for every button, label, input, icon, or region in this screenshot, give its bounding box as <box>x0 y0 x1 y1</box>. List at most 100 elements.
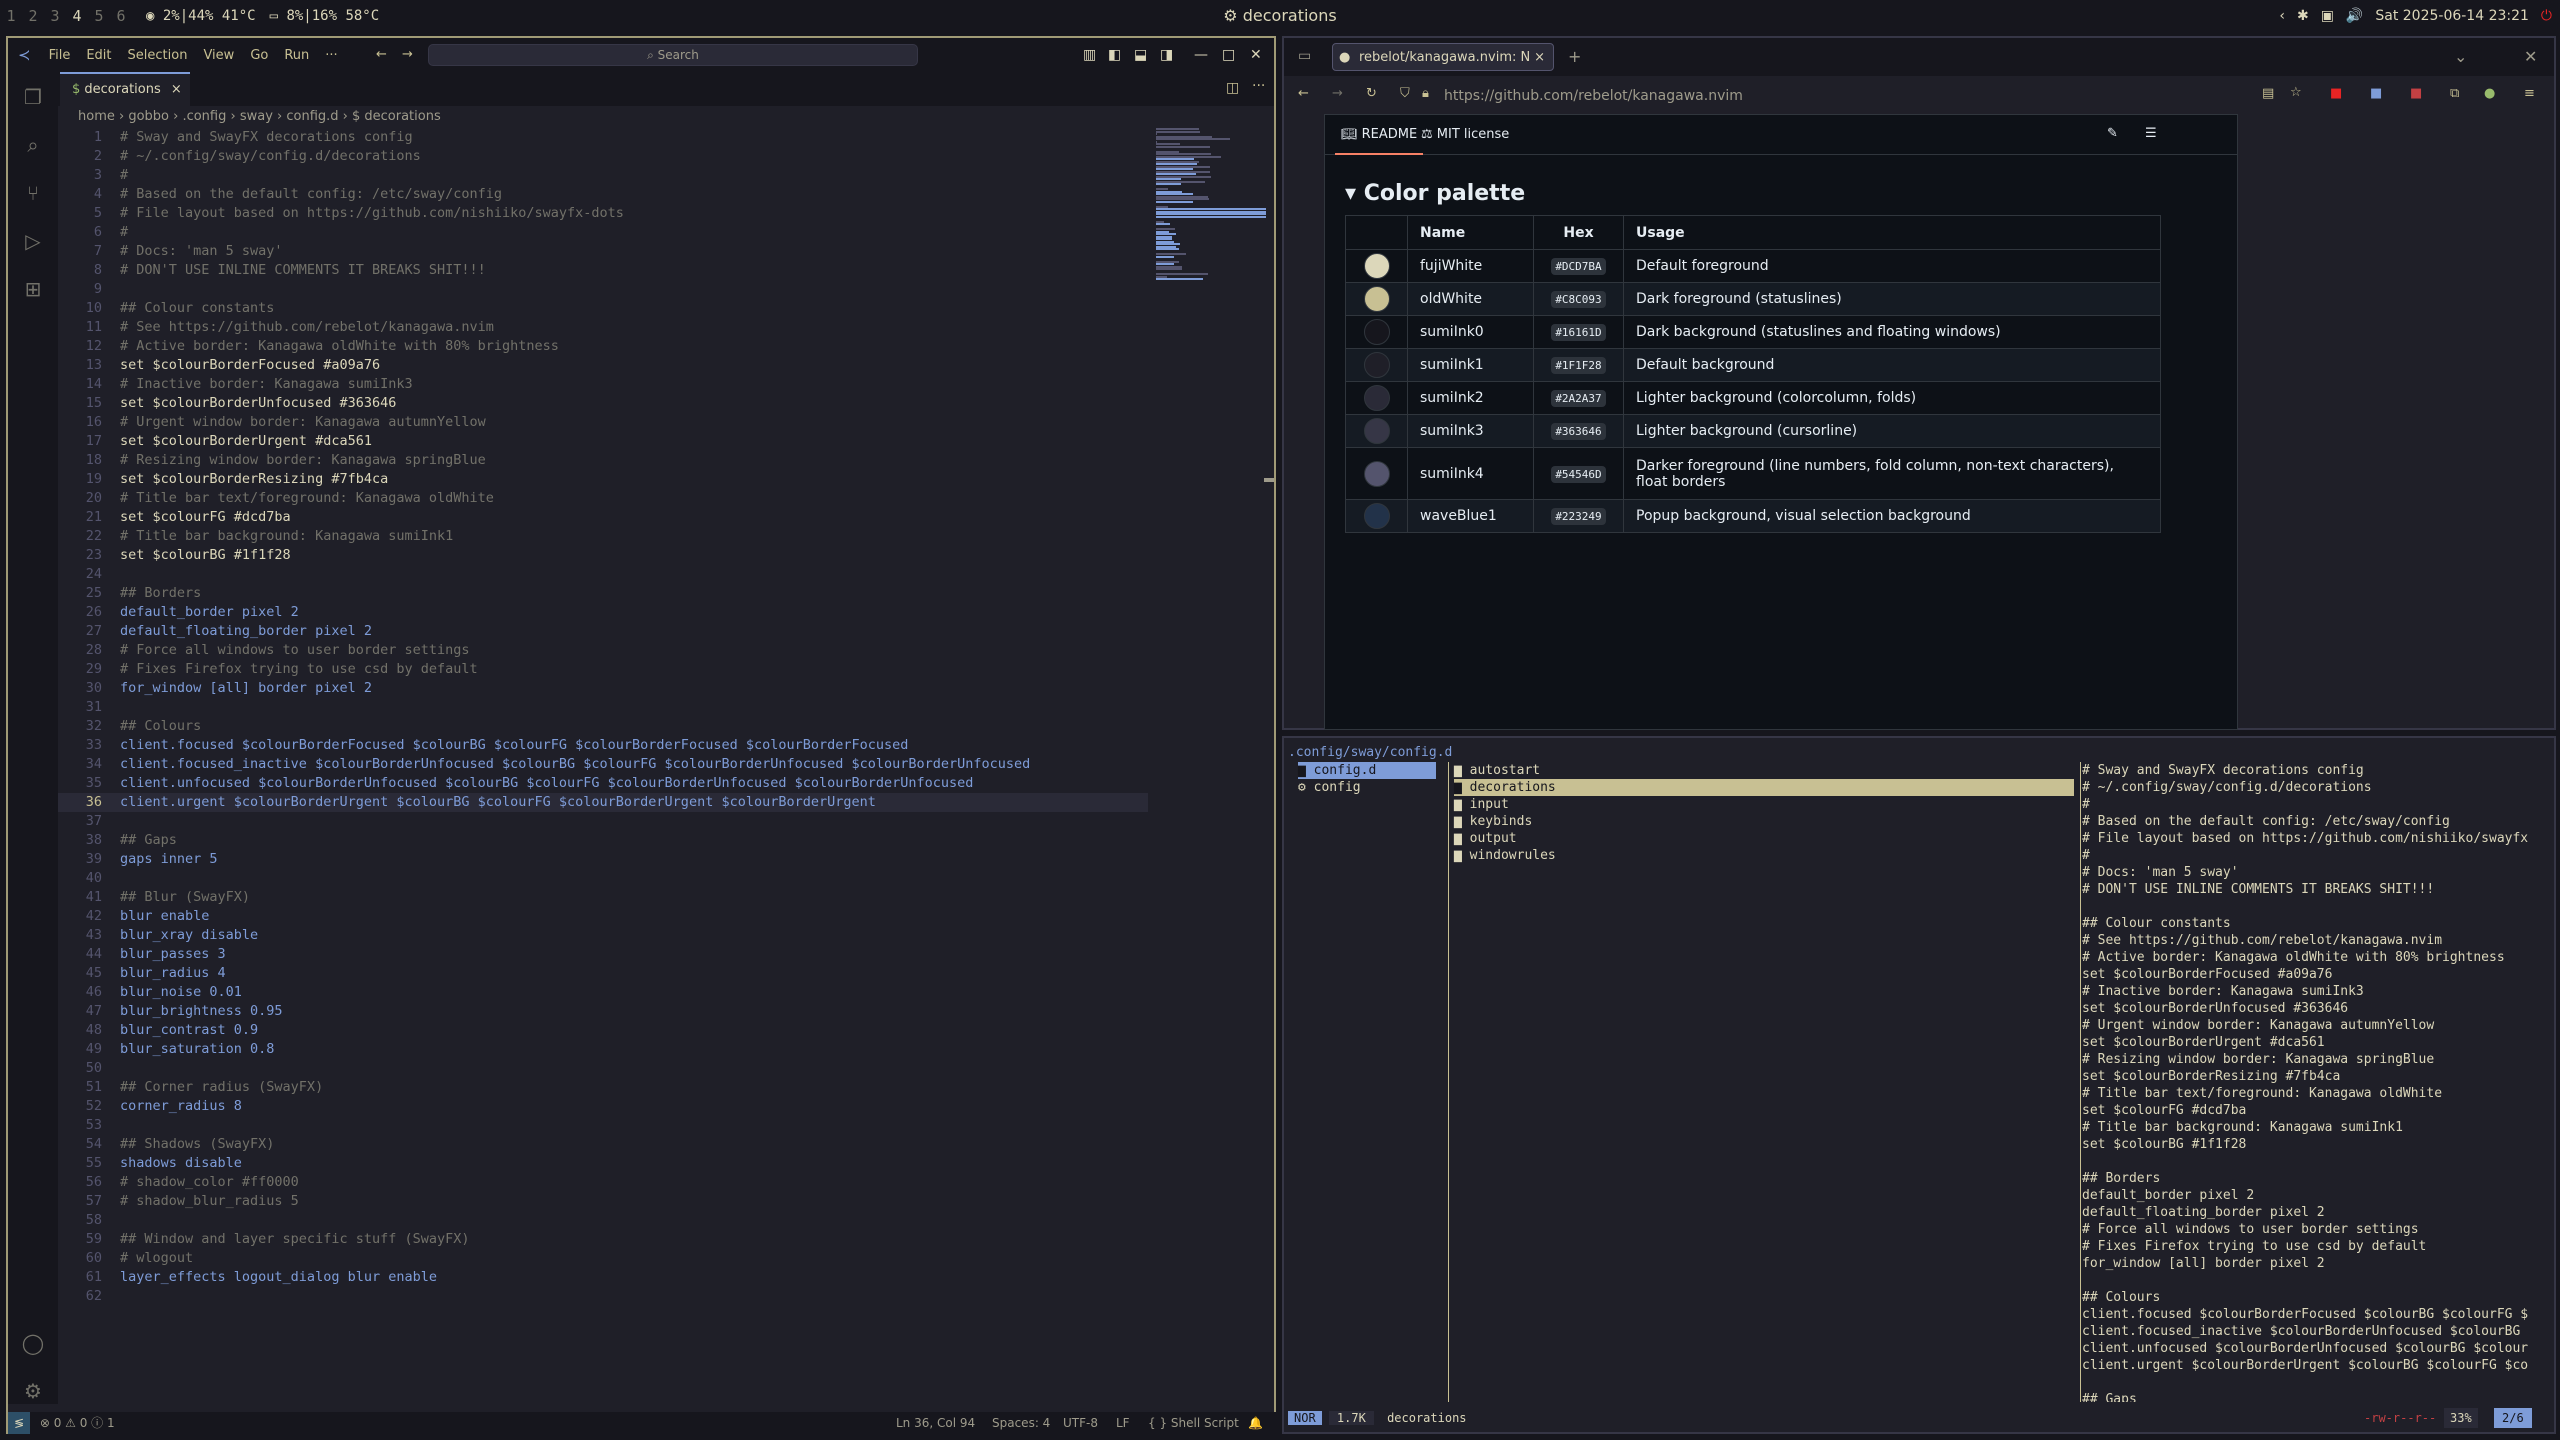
minimap[interactable] <box>1156 128 1274 288</box>
code-line[interactable]: 19 set $colourBorderResizing #7fb4ca <box>58 470 1148 489</box>
split-editor-icon[interactable]: ◫ <box>1226 80 1239 96</box>
extension-red-icon[interactable]: ■ <box>2330 86 2342 101</box>
code-line[interactable]: 40 <box>58 869 1148 888</box>
secondary-sidebar-icon[interactable]: ◨ <box>1160 38 1173 72</box>
code-line[interactable]: 53 <box>58 1116 1148 1135</box>
code-line[interactable]: 31 <box>58 698 1148 717</box>
code-line[interactable]: 42 blur enable <box>58 907 1148 926</box>
explorer-icon[interactable]: ❐ <box>20 84 46 110</box>
file-entry[interactable]: ▆ keybinds <box>1454 813 2074 830</box>
extensions-icon[interactable]: ⊞ <box>20 276 46 302</box>
forward-arrow-icon[interactable]: → <box>402 47 413 62</box>
code-line[interactable]: 35 client.unfocused $colourBorderUnfocuse… <box>58 774 1148 793</box>
url-bar[interactable]: https://github.com/rebelot/kanagawa.nvim <box>1444 84 2144 108</box>
forward-icon[interactable]: → <box>1332 86 1343 101</box>
code-line[interactable]: 43 blur_xray disable <box>58 926 1148 945</box>
code-line[interactable]: 3 # <box>58 166 1148 185</box>
sidebar-toggle-icon[interactable]: ◧ <box>1108 38 1121 72</box>
code-line[interactable]: 9 <box>58 280 1148 299</box>
browser-tab-github[interactable]: ● rebelot/kanagawa.nvim: N × <box>1332 43 1554 71</box>
extension-ublock-icon[interactable]: ■ <box>2410 86 2422 101</box>
window-close-icon[interactable]: ✕ <box>2524 47 2537 66</box>
reader-mode-icon[interactable]: ▤ <box>2262 86 2274 101</box>
cursor-position[interactable]: Ln 36, Col 94 <box>896 1412 975 1434</box>
code-line[interactable]: 48 blur_contrast 0.9 <box>58 1021 1148 1040</box>
bluetooth-icon[interactable]: ✱ <box>2297 8 2309 24</box>
code-line[interactable]: 18 # Resizing window border: Kanagawa spr… <box>58 451 1148 470</box>
code-line[interactable]: 45 blur_radius 4 <box>58 964 1148 983</box>
remote-indicator-icon[interactable]: ≶ <box>8 1412 30 1434</box>
code-line[interactable]: 41 ## Blur (SwayFX) <box>58 888 1148 907</box>
code-line[interactable]: 2 # ~/.config/sway/config.d/decorations <box>58 147 1148 166</box>
new-tab-icon[interactable]: + <box>1568 47 1581 66</box>
code-line[interactable]: 15 set $colourBorderUnfocused #363646 <box>58 394 1148 413</box>
lock-icon[interactable]: 🔒︎ <box>1422 86 1429 101</box>
code-line[interactable]: 33 client.focused $colourBorderFocused $c… <box>58 736 1148 755</box>
menu-view[interactable]: View <box>195 48 242 63</box>
notifications-bell-icon[interactable]: 🔔 <box>1248 1412 1263 1434</box>
code-line[interactable]: 29 # Fixes Firefox trying to use csd by d… <box>58 660 1148 679</box>
tab-list-icon[interactable]: ⌄ <box>2454 47 2467 66</box>
code-line[interactable]: 50 <box>58 1059 1148 1078</box>
code-line[interactable]: 49 blur_saturation 0.8 <box>58 1040 1148 1059</box>
workspace-1[interactable]: 1 <box>0 7 22 25</box>
maximize-icon[interactable]: □ <box>1222 38 1235 72</box>
indentation[interactable]: Spaces: 4 <box>992 1412 1050 1434</box>
back-icon[interactable]: ← <box>1298 86 1309 101</box>
hamburger-menu-icon[interactable]: ≡ <box>2524 86 2535 101</box>
code-line[interactable]: 51 ## Corner radius (SwayFX) <box>58 1078 1148 1097</box>
code-line[interactable]: 5 # File layout based on https://github.c… <box>58 204 1148 223</box>
file-entry[interactable]: ▆ autostart <box>1454 762 2074 779</box>
code-line[interactable]: 59 ## Window and layer specific stuff (Sw… <box>58 1230 1148 1249</box>
file-entry[interactable]: ▆ input <box>1454 796 2074 813</box>
outline-list-icon[interactable]: ☰ <box>2145 126 2157 141</box>
parent-entry-configd[interactable]: ▆ config.d <box>1298 762 1436 779</box>
settings-gear-icon[interactable]: ⚙ <box>20 1378 46 1404</box>
browser-tab-close-icon[interactable]: × <box>1534 44 1545 72</box>
search-icon[interactable]: ⌕ <box>20 132 46 158</box>
problems-indicator[interactable]: ⊗ 0 ⚠ 0 ⓘ 1 <box>40 1416 115 1430</box>
tab-decorations[interactable]: $ decorations × <box>60 72 190 106</box>
code-line[interactable]: 36 client.urgent $colourBorderUrgent $col… <box>58 793 1148 812</box>
code-line[interactable]: 58 <box>58 1211 1148 1230</box>
language-mode[interactable]: { } Shell Script <box>1148 1412 1239 1434</box>
workspace-4[interactable]: 4 <box>66 7 88 25</box>
code-line[interactable]: 38 ## Gaps <box>58 831 1148 850</box>
display-icon[interactable]: ▣ <box>2321 8 2334 24</box>
menu-go[interactable]: Go <box>242 48 276 63</box>
reload-icon[interactable]: ↻ <box>1366 86 1377 101</box>
layout-icon[interactable]: ▥ <box>1083 38 1096 72</box>
menu-edit[interactable]: Edit <box>78 48 119 63</box>
code-line[interactable]: 16 # Urgent window border: Kanagawa autum… <box>58 413 1148 432</box>
power-icon[interactable]: ⏻ <box>2541 8 2552 24</box>
code-line[interactable]: 6 # <box>58 223 1148 242</box>
code-line[interactable]: 57 # shadow_blur_radius 5 <box>58 1192 1148 1211</box>
panel-toggle-icon[interactable]: ⬓ <box>1134 38 1147 72</box>
extensions-puzzle-icon[interactable]: ⧉ <box>2450 86 2459 101</box>
code-line[interactable]: 13 set $colourBorderFocused #a09a76 <box>58 356 1148 375</box>
breadcrumb[interactable]: home › gobbo › .config › sway › config.d… <box>58 106 1274 128</box>
code-line[interactable]: 12 # Active border: Kanagawa oldWhite wit… <box>58 337 1148 356</box>
extension-blue-icon[interactable]: ■ <box>2370 86 2382 101</box>
code-line[interactable]: 20 # Title bar text/foreground: Kanagawa … <box>58 489 1148 508</box>
arrow-left-icon[interactable]: ‹ <box>2279 8 2285 24</box>
code-line[interactable]: 56 # shadow_color #ff0000 <box>58 1173 1148 1192</box>
workspace-5[interactable]: 5 <box>88 7 110 25</box>
run-debug-icon[interactable]: ▷ <box>20 228 46 254</box>
code-line[interactable]: 26 default_border pixel 2 <box>58 603 1148 622</box>
code-line[interactable]: 10 ## Colour constants <box>58 299 1148 318</box>
code-line[interactable]: 27 default_floating_border pixel 2 <box>58 622 1148 641</box>
code-line[interactable]: 22 # Title bar background: Kanagawa sumiI… <box>58 527 1148 546</box>
back-arrow-icon[interactable]: ← <box>376 47 387 62</box>
volume-icon[interactable]: 🔊 <box>2346 8 2363 24</box>
license-tab[interactable]: ⚖ MIT license <box>1421 115 1509 155</box>
workspace-6[interactable]: 6 <box>110 7 132 25</box>
code-line[interactable]: 1 # Sway and SwayFX decorations config <box>58 128 1148 147</box>
code-line[interactable]: 24 <box>58 565 1148 584</box>
code-line[interactable]: 28 # Force all windows to user border set… <box>58 641 1148 660</box>
tab-close-icon[interactable]: × <box>171 82 182 97</box>
menu-run[interactable]: Run <box>276 48 317 63</box>
code-line[interactable]: 37 <box>58 812 1148 831</box>
source-control-icon[interactable]: ⑂ <box>20 180 46 206</box>
file-entry[interactable]: ▆ decorations <box>1454 779 2074 796</box>
